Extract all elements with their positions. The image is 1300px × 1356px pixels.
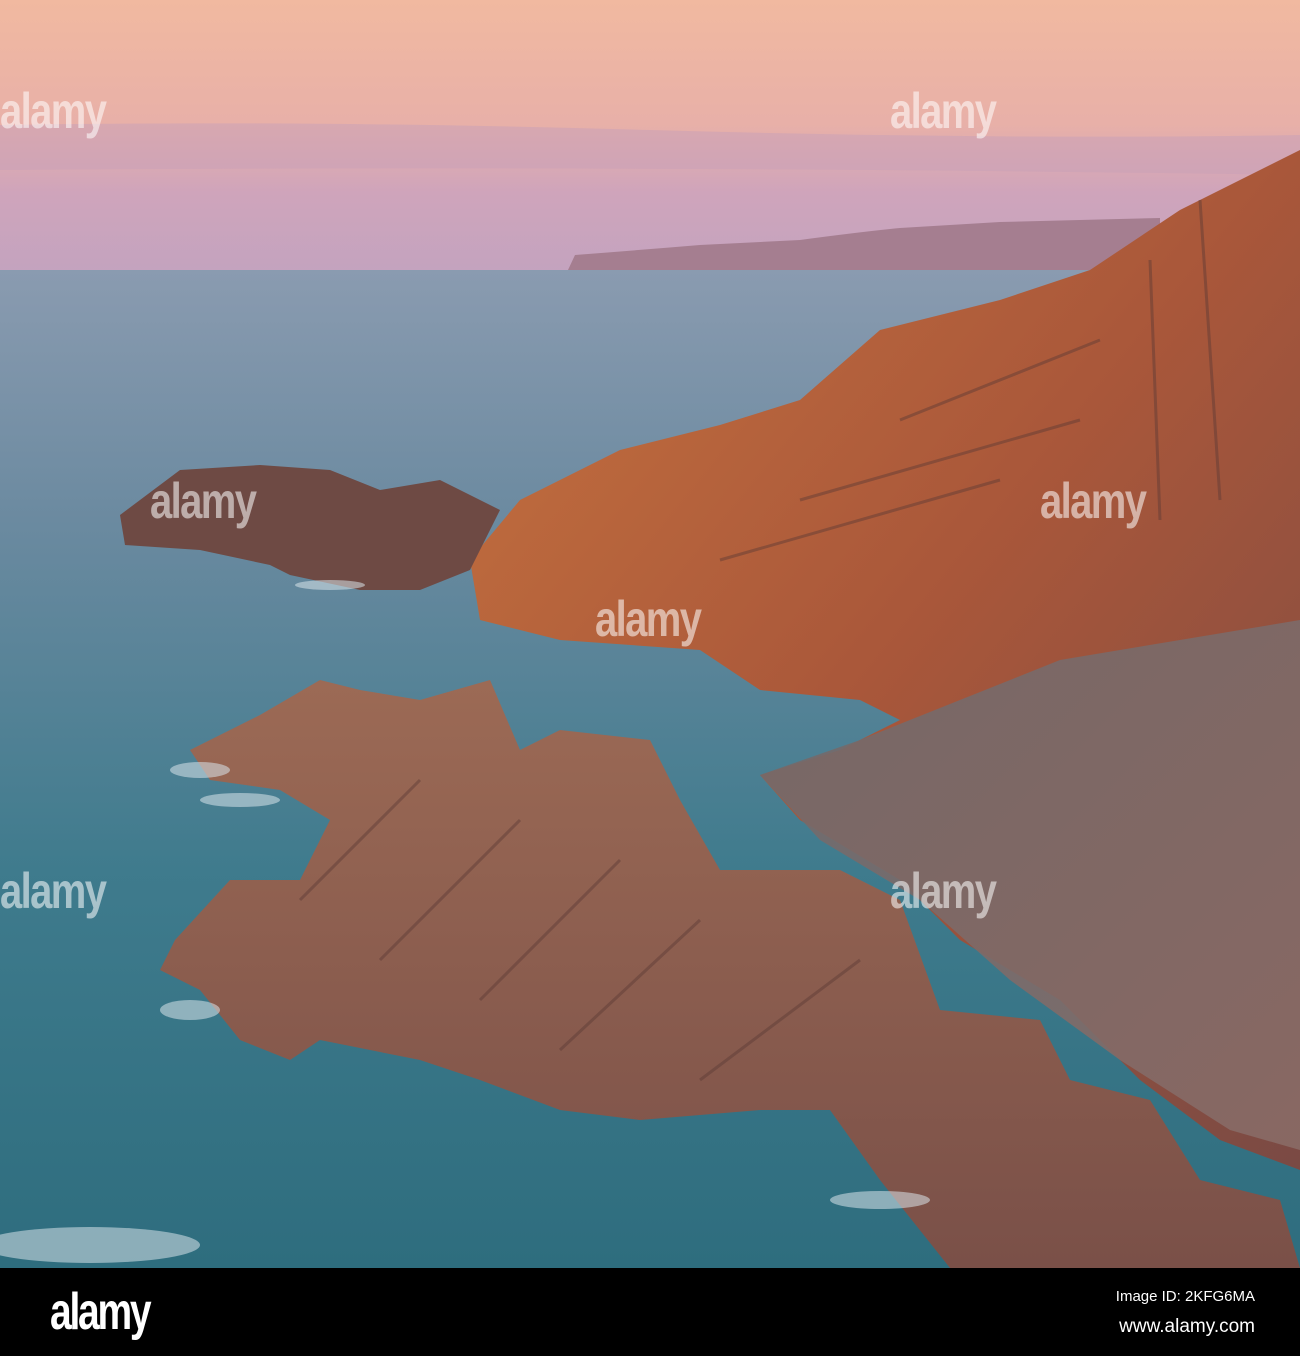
watermark: alamy — [150, 473, 257, 529]
site-url: www.alamy.com — [1119, 1316, 1255, 1337]
watermark: alamy — [890, 863, 997, 919]
watermark: alamy — [0, 863, 107, 919]
image-id: Image ID: 2KFG6MA — [1115, 1288, 1255, 1305]
watermark: alamy — [890, 83, 997, 139]
footer-bar: alamy Image ID: 2KFG6MA www.alamy.com — [0, 1268, 1300, 1356]
watermark: alamy — [0, 83, 107, 139]
alamy-logo: alamy — [50, 1283, 152, 1341]
watermark: alamy — [595, 591, 702, 647]
watermark: alamy — [1040, 473, 1147, 529]
